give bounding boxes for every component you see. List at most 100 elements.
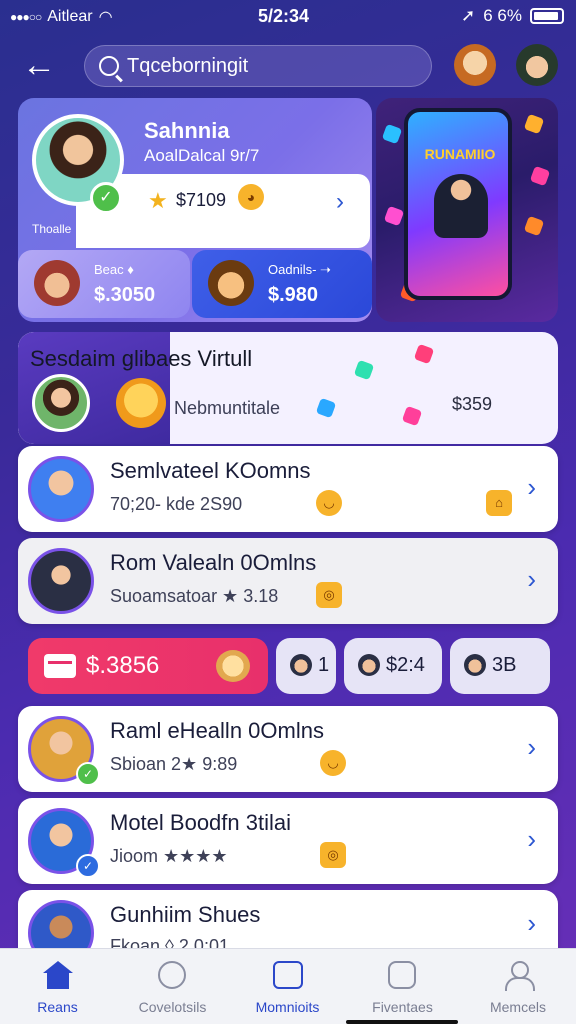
cube-decoration: [523, 215, 545, 237]
mini-stat-value: $.3050: [94, 284, 156, 306]
nav-label: Fiventaes: [372, 999, 433, 1015]
profile-card[interactable]: ✓ Sahnnia AoalDalcal 9r/7 ★ $7109 ◕ › Th…: [18, 98, 372, 322]
nav-item-moments[interactable]: Momnioits: [230, 949, 345, 1024]
avatar: [208, 260, 254, 306]
profile-stats-panel: [76, 174, 370, 248]
chevron-right-icon[interactable]: ›: [527, 824, 536, 855]
feature-title-dark: Sesdaim glibaes: [30, 346, 192, 371]
list-item-title: Motel Boodfn 3tilai: [110, 810, 291, 835]
mini-stat-card[interactable]: Beac ♦ $.3050: [18, 250, 190, 318]
feature-price: $359: [452, 394, 493, 414]
chevron-right-icon[interactable]: ›: [527, 564, 536, 595]
avatar[interactable]: [516, 44, 558, 86]
cube-decoration: [353, 359, 375, 381]
promo-banner[interactable]: RUNAMIIO: [376, 98, 558, 322]
mini-stat-label: Beac ♦: [94, 262, 134, 277]
back-arrow-icon[interactable]: ←: [22, 48, 62, 84]
star-icon: ★: [148, 188, 168, 213]
chip-label: $2:4: [386, 654, 425, 676]
avatar: [28, 456, 94, 522]
home-indicator: [346, 1020, 458, 1024]
chevron-right-icon[interactable]: ›: [336, 188, 344, 216]
feature-subtitle: Nebmuntitale: [174, 398, 281, 418]
list-item-subtitle: Suoamsatoar ★ 3.18: [110, 586, 279, 606]
list-item[interactable]: ✓ Raml eHealln 0Omlns Sbioan 2★ 9:89 ◡ ›: [18, 706, 558, 792]
feature-title-light: Virtull: [191, 346, 253, 371]
list-item-subtitle: Sbioan 2★ 9:89: [110, 754, 238, 774]
chip[interactable]: $2:4: [344, 638, 442, 694]
nav-label: Momnioits: [255, 999, 320, 1015]
list-item[interactable]: Gunhiim Shues Fkoan ◊ 2 0:01 ›: [18, 890, 558, 966]
nav-item-explore[interactable]: Covelotsils: [115, 949, 230, 1024]
person-icon: [464, 654, 486, 676]
nav-label: Covelotsils: [138, 999, 207, 1015]
verified-check-icon: ✓: [90, 182, 122, 214]
feature-card[interactable]: Sesdaim glibaes Virtull Nebmuntitale $35…: [18, 332, 558, 444]
profile-subtitle: AoalDalcal 9r/7: [144, 146, 260, 165]
nav-item-favorites[interactable]: Fiventaes: [345, 949, 460, 1024]
explore-icon: [158, 961, 186, 989]
avatar: [28, 548, 94, 614]
price-chip[interactable]: $.3856: [28, 638, 268, 694]
cube-decoration: [315, 397, 337, 419]
cube-decoration: [529, 165, 551, 187]
signal-icon: ●●●○○: [10, 10, 42, 24]
emoji-badge-icon: ◎: [316, 582, 342, 608]
list-item-title: Raml eHealln 0Omlns: [110, 718, 324, 743]
clock: 5/2:34: [258, 6, 310, 26]
list-item-subtitle: 70;20- kde 2S90: [110, 494, 243, 514]
search-input[interactable]: Tqceborningit: [84, 45, 432, 87]
cube-decoration: [383, 205, 405, 227]
avatar: [32, 374, 90, 432]
carrier-name: Aitlear: [47, 8, 93, 25]
search-icon: [99, 56, 119, 76]
profile-small-label: Thoalle: [32, 222, 72, 236]
emoji-badge-icon: ◎: [320, 842, 346, 868]
mini-stat-card[interactable]: Oadnils- ➝ $.980: [192, 250, 372, 318]
list-item[interactable]: Rom Valealn 0Omlns Suoamsatoar ★ 3.18 ◎ …: [18, 538, 558, 624]
profile-icon: [503, 961, 535, 991]
nav-label: Reans: [37, 999, 78, 1015]
phone-mockup: RUNAMIIO: [404, 108, 512, 300]
list-item[interactable]: Semlvateel KOomns 70;20- kde 2S90 ◡ ⌂ ›: [18, 446, 558, 532]
person-icon: [290, 654, 312, 676]
home-icon: [43, 961, 73, 989]
chip-label: 1: [318, 654, 330, 676]
profile-stat: $7109: [176, 190, 227, 210]
profile-name: Sahnnia: [144, 118, 230, 143]
chevron-right-icon[interactable]: ›: [527, 732, 536, 763]
phone-person-image: [434, 174, 488, 238]
nav-item-home[interactable]: Reans: [0, 949, 115, 1024]
phone-title: RUNAMIIO: [424, 146, 496, 162]
mini-stat-value: $.980: [268, 284, 319, 306]
verified-check-icon: ✓: [76, 854, 100, 878]
list-item-subtitle: Fkoan ◊ 2 0:01: [110, 936, 229, 948]
list-item-title: Semlvateel KOomns: [110, 458, 311, 483]
price-chip-value: $.3856: [86, 652, 160, 679]
cube-decoration: [381, 123, 403, 145]
wifi-icon: ◠: [98, 9, 113, 26]
emoji-badge-icon: ◡: [320, 750, 346, 776]
avatar: [34, 260, 80, 306]
emoji-badge-icon: ◡: [316, 490, 342, 516]
search-placeholder: Tqceborningit: [127, 54, 249, 77]
nav-label: Memcels: [489, 999, 546, 1015]
chevron-right-icon[interactable]: ›: [527, 472, 536, 503]
bell-icon: ⌂: [486, 490, 512, 516]
avatar[interactable]: [454, 44, 496, 86]
mascot-icon: [116, 378, 166, 428]
location-icon: ➚: [461, 6, 476, 25]
verified-check-icon: ✓: [76, 762, 100, 786]
chevron-right-icon[interactable]: ›: [527, 908, 536, 939]
list-item-subtitle: Jioom ★★★★: [110, 846, 228, 866]
chip-row: $.3856 1 $2:4 3B: [28, 638, 552, 694]
battery-icon: [530, 8, 564, 24]
mini-stat-label: Oadnils- ➝: [268, 262, 331, 277]
list-item[interactable]: ✓ Motel Boodfn 3tilai Jioom ★★★★ ◎ ›: [18, 798, 558, 884]
cube-decoration: [523, 113, 545, 135]
nav-item-profile[interactable]: Memcels: [460, 949, 576, 1024]
chip[interactable]: 3B: [450, 638, 550, 694]
feature-title: Sesdaim glibaes Virtull: [30, 346, 252, 372]
favorites-icon: [388, 961, 416, 989]
chip[interactable]: 1: [276, 638, 336, 694]
